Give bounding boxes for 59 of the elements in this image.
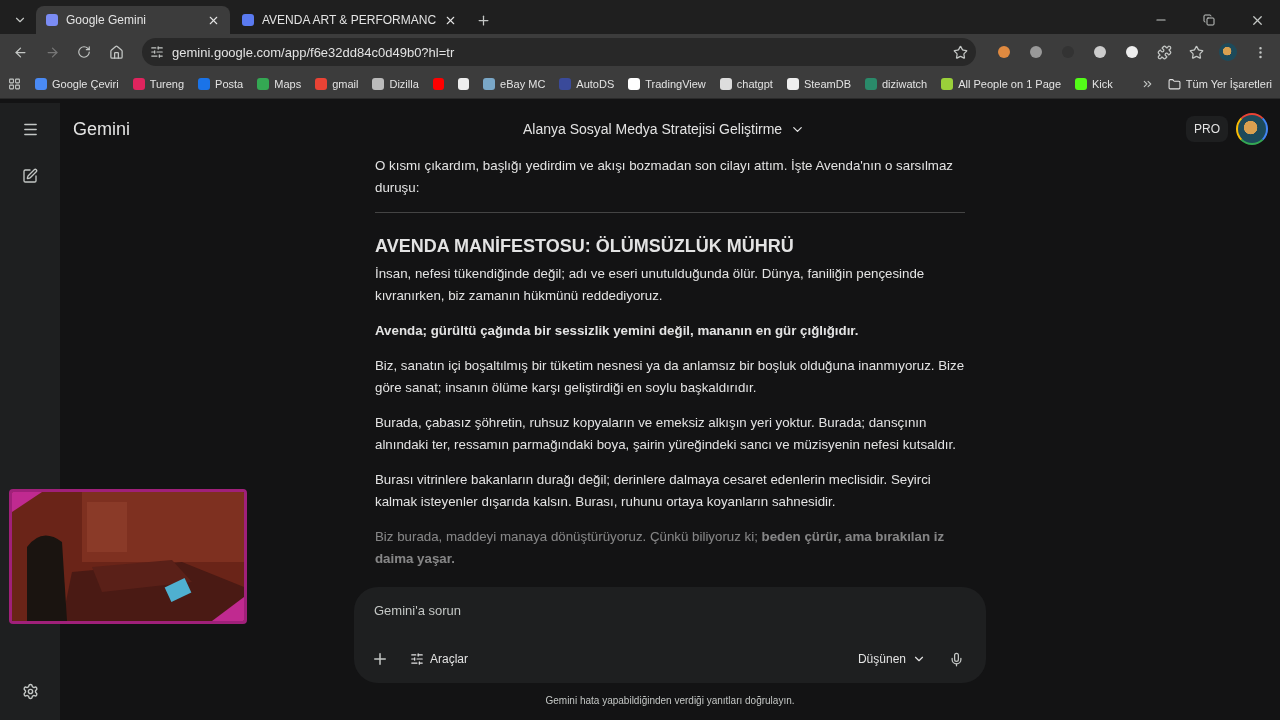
mode-selector[interactable]: Düşünen — [853, 648, 930, 670]
new-tab-icon[interactable] — [475, 12, 491, 28]
tools-button[interactable]: Araçlar — [406, 648, 472, 670]
extension-icon[interactable] — [998, 46, 1010, 58]
bookmark-link[interactable]: eBay MC — [483, 78, 546, 90]
reload-icon[interactable] — [77, 45, 91, 59]
paragraph: İnsan, nefesi tükendiğinde değil; adı ve eseri unutulduğunda ölür. Dünya, faniliğin pençesinde kıvranırken, biz zamanın hükmünü reddediyoruz. — [375, 265, 926, 305]
profile-avatar[interactable] — [1219, 43, 1237, 61]
settings-icon[interactable] — [21, 683, 39, 700]
home-icon[interactable] — [108, 44, 124, 60]
extension-icon[interactable] — [1126, 46, 1138, 58]
manifesto-heading: AVENDA MANİFESTOSU: ÖLÜMSÜZLÜK MÜHRÜ — [375, 235, 795, 257]
paragraph: Biz, sanatın içi boşaltılmış bir tüketim nesnesi ya da anlamsız bir boşluk olduğuna inanmıyoruz. Bize göre sanat; insanın ölüme karşı geliştirdiği en soylu başkaldırıdır. — [375, 357, 965, 397]
bookmark-link[interactable]: Google Çeviri — [35, 78, 119, 90]
folder-icon — [1167, 77, 1181, 91]
bookmark-link[interactable]: chatgpt — [719, 78, 773, 90]
puzzle-icon[interactable] — [1156, 44, 1172, 60]
extension-icon[interactable] — [1094, 46, 1106, 58]
paragraph: Burası vitrinlere bakanların durağı değil; derinlere dalmaya cesaret edenlerin meclisidir. Seyirci kalmak isteyenler dışarıda kalsın. Burası, ruhunu ortaya koyanların sahnesidir. — [375, 471, 932, 511]
bookmark-link[interactable]: AutoDS — [559, 78, 615, 90]
paragraph: Biz burada, maddeyi manaya dönüştürüyoruz. Çünkü biliyoruz ki; beden çürür, ama bırakılan iz daima yaşar. — [375, 528, 946, 568]
new-chat-icon[interactable] — [22, 168, 38, 184]
app-title: Gemini — [73, 118, 131, 140]
bookmark-link[interactable]: Maps — [257, 78, 302, 90]
bookmark-link[interactable]: TradingView — [628, 78, 706, 90]
tab-icon — [242, 14, 254, 26]
restore-icon[interactable] — [1203, 14, 1215, 26]
bookmark-icon[interactable] — [457, 78, 470, 90]
address-bar[interactable]: gemini.google.com/app/f6e32dd84c0d49b0?hl=tr — [142, 38, 976, 66]
all-bookmarks-link[interactable]: Tüm Yer İşaretleri — [1167, 77, 1272, 91]
paragraph: Avenda; gürültü çağında bir sessizlik yemini değil, mananın en gür çığlığıdır. — [375, 322, 860, 340]
menu-icon[interactable] — [21, 121, 39, 138]
paragraph: Burada, çabasız şöhretin, ruhsuz kopyaların ve emeksiz alkışın yeri yoktur. Burada; dansçının alnındaki ter, ressamın parmağındaki boya, şairin yüreğindeki sancı ve müzisyenin nefesi kutsaldır. — [375, 414, 957, 454]
apps-icon[interactable] — [8, 77, 21, 91]
back-icon[interactable] — [12, 44, 28, 60]
chat-title[interactable]: Alanya Sosyal Medya Stratejisi Geliştirme — [523, 121, 1186, 137]
extension-icon[interactable] — [1030, 46, 1042, 58]
sliders-icon — [410, 652, 424, 666]
response-text: O kısmı çıkardım, başlığı yedirdim ve akışı bozmadan son cilayı attım. İşte Avenda'nın o sarsılmaz duruşu: — [375, 157, 954, 197]
site-settings-icon[interactable] — [150, 45, 164, 59]
star-icon[interactable] — [1188, 44, 1204, 60]
bookmark-link[interactable]: Kick — [1075, 78, 1113, 90]
bookmark-link[interactable]: gmail — [315, 78, 359, 90]
forward-icon[interactable] — [44, 44, 60, 60]
disclaimer-text: Gemini hata yapabildiğinden verdiği yanıtları doğrulayın. — [545, 694, 795, 708]
bookmark-link[interactable]: SteamDB — [786, 78, 851, 90]
profile-avatar[interactable] — [1236, 113, 1268, 145]
bookmark-link[interactable]: Dizilla — [372, 78, 419, 90]
bookmark-link[interactable]: Tureng — [132, 78, 185, 90]
add-icon[interactable] — [371, 650, 389, 668]
browser-tab[interactable]: AVENDA ART & PERFORMANC — [232, 6, 468, 34]
microphone-icon[interactable] — [948, 651, 964, 667]
pro-badge: PRO — [1186, 116, 1228, 142]
bookmark-link[interactable]: All People on 1 Page — [941, 78, 1061, 90]
bookmark-star-icon[interactable] — [953, 44, 968, 60]
bookmark-link[interactable]: Posta — [198, 78, 244, 90]
bookmark-link[interactable]: diziwatch — [865, 78, 928, 90]
prompt-input[interactable]: Gemini'a sorun — [366, 599, 970, 622]
browser-tab[interactable]: Google Gemini — [36, 6, 230, 34]
